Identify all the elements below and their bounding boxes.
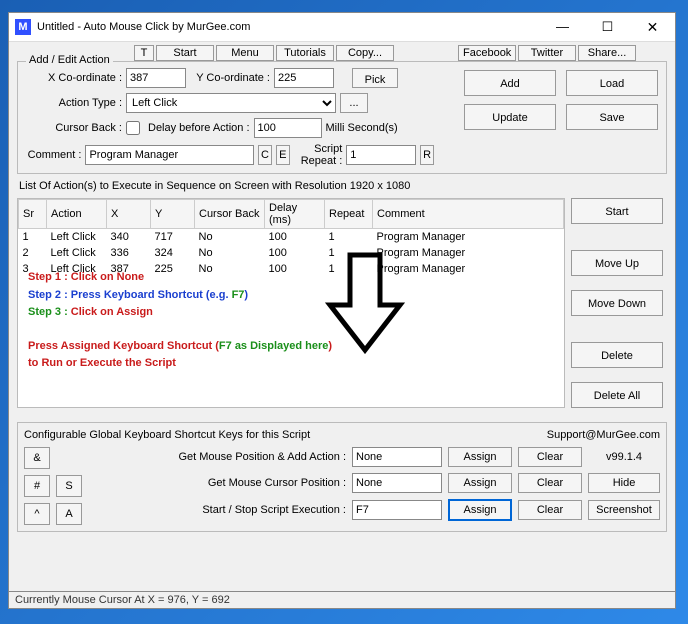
version-label: v99.1.4: [588, 451, 660, 463]
shortcut3-label: Start / Stop Script Execution :: [90, 504, 346, 516]
clear3-button[interactable]: Clear: [518, 500, 582, 520]
titlebar: M Untitled - Auto Mouse Click by MurGee.…: [9, 13, 675, 42]
a-key[interactable]: A: [56, 503, 82, 525]
col-delay[interactable]: Delay (ms): [265, 200, 325, 229]
s-key[interactable]: S: [56, 475, 82, 497]
e-button[interactable]: E: [276, 145, 290, 165]
tutorials-button[interactable]: Tutorials: [276, 45, 334, 61]
delete-all-button[interactable]: Delete All: [571, 382, 663, 408]
shortcut2-label: Get Mouse Cursor Position :: [90, 477, 346, 489]
shortcut-fieldset: Configurable Global Keyboard Shortcut Ke…: [17, 422, 667, 532]
status-bar: Currently Mouse Cursor At X = 976, Y = 6…: [8, 592, 676, 609]
start-button[interactable]: Start: [571, 198, 663, 224]
y-label: Y Co-ordinate :: [190, 72, 270, 84]
delay-unit: Milli Second(s): [326, 122, 398, 134]
shortcut3-input[interactable]: [352, 500, 442, 520]
shortcut1-input[interactable]: [352, 447, 442, 467]
move-up-button[interactable]: Move Up: [571, 250, 663, 276]
assign2-button[interactable]: Assign: [448, 473, 512, 493]
comment-label: Comment :: [24, 149, 81, 161]
script-repeat-input[interactable]: [346, 145, 416, 165]
assign3-button[interactable]: Assign: [448, 499, 512, 521]
support-link[interactable]: Support@MurGee.com: [547, 429, 660, 441]
col-repeat[interactable]: Repeat: [325, 200, 373, 229]
x-input[interactable]: [126, 68, 186, 88]
table-row[interactable]: 1Left Click340717No1001Program Manager: [19, 229, 564, 246]
hash-key[interactable]: #: [24, 475, 50, 497]
action-list[interactable]: Sr Action X Y Cursor Back Delay (ms) Rep…: [17, 198, 565, 408]
c-button[interactable]: C: [258, 145, 272, 165]
shortcut-legend: Configurable Global Keyboard Shortcut Ke…: [24, 429, 310, 441]
facebook-button[interactable]: Facebook: [458, 45, 516, 61]
comment-input[interactable]: [85, 145, 254, 165]
load-button[interactable]: Load: [566, 70, 658, 96]
shortcut2-input[interactable]: [352, 473, 442, 493]
start-button-top[interactable]: Start: [156, 45, 214, 61]
cursor-back-check[interactable]: [126, 121, 140, 135]
col-action[interactable]: Action: [47, 200, 107, 229]
t-button[interactable]: T: [134, 45, 154, 61]
x-label: X Co-ordinate :: [24, 72, 122, 84]
instruction-overlay: Step 1 : Click on None Step 2 : Press Ke…: [28, 269, 554, 373]
cursor-back-label: Cursor Back :: [24, 122, 122, 134]
close-button[interactable]: ✕: [630, 16, 675, 38]
delay-label: Delay before Action :: [148, 122, 250, 134]
delay-input[interactable]: [254, 118, 322, 138]
caret-key[interactable]: ^: [24, 503, 50, 525]
share-button[interactable]: Share...: [578, 45, 636, 61]
y-input[interactable]: [274, 68, 334, 88]
shortcut1-label: Get Mouse Position & Add Action :: [90, 451, 346, 463]
save-button[interactable]: Save: [566, 104, 658, 130]
pick-button[interactable]: Pick: [352, 68, 398, 88]
add-edit-fieldset: Add / Edit Action X Co-ordinate : Y Co-o…: [17, 61, 667, 174]
action-type-select[interactable]: Left Click: [126, 93, 336, 113]
r-button[interactable]: R: [420, 145, 434, 165]
col-y[interactable]: Y: [151, 200, 195, 229]
col-cursor-back[interactable]: Cursor Back: [195, 200, 265, 229]
hide-button[interactable]: Hide: [588, 473, 660, 493]
table-row[interactable]: 2Left Click336324No1001Program Manager: [19, 245, 564, 261]
clear1-button[interactable]: Clear: [518, 447, 582, 467]
amp-key[interactable]: &: [24, 447, 50, 469]
twitter-button[interactable]: Twitter: [518, 45, 576, 61]
clear2-button[interactable]: Clear: [518, 473, 582, 493]
menu-button[interactable]: Menu: [216, 45, 274, 61]
action-type-label: Action Type :: [24, 97, 122, 109]
add-edit-legend: Add / Edit Action: [26, 54, 113, 66]
col-x[interactable]: X: [107, 200, 151, 229]
copy-button[interactable]: Copy...: [336, 45, 394, 61]
add-button[interactable]: Add: [464, 70, 556, 96]
assign1-button[interactable]: Assign: [448, 447, 512, 467]
update-button[interactable]: Update: [464, 104, 556, 130]
window-title: Untitled - Auto Mouse Click by MurGee.co…: [37, 21, 540, 33]
minimize-button[interactable]: —: [540, 16, 585, 38]
screenshot-button[interactable]: Screenshot: [588, 500, 660, 520]
col-comment[interactable]: Comment: [373, 200, 564, 229]
col-sr[interactable]: Sr: [19, 200, 47, 229]
app-icon: M: [15, 19, 31, 35]
list-label: List Of Action(s) to Execute in Sequence…: [19, 180, 665, 192]
script-repeat-label: Script Repeat :: [300, 143, 343, 167]
move-down-button[interactable]: Move Down: [571, 290, 663, 316]
delete-button[interactable]: Delete: [571, 342, 663, 368]
more-button[interactable]: ...: [340, 93, 368, 113]
maximize-button[interactable]: ☐: [585, 16, 630, 38]
